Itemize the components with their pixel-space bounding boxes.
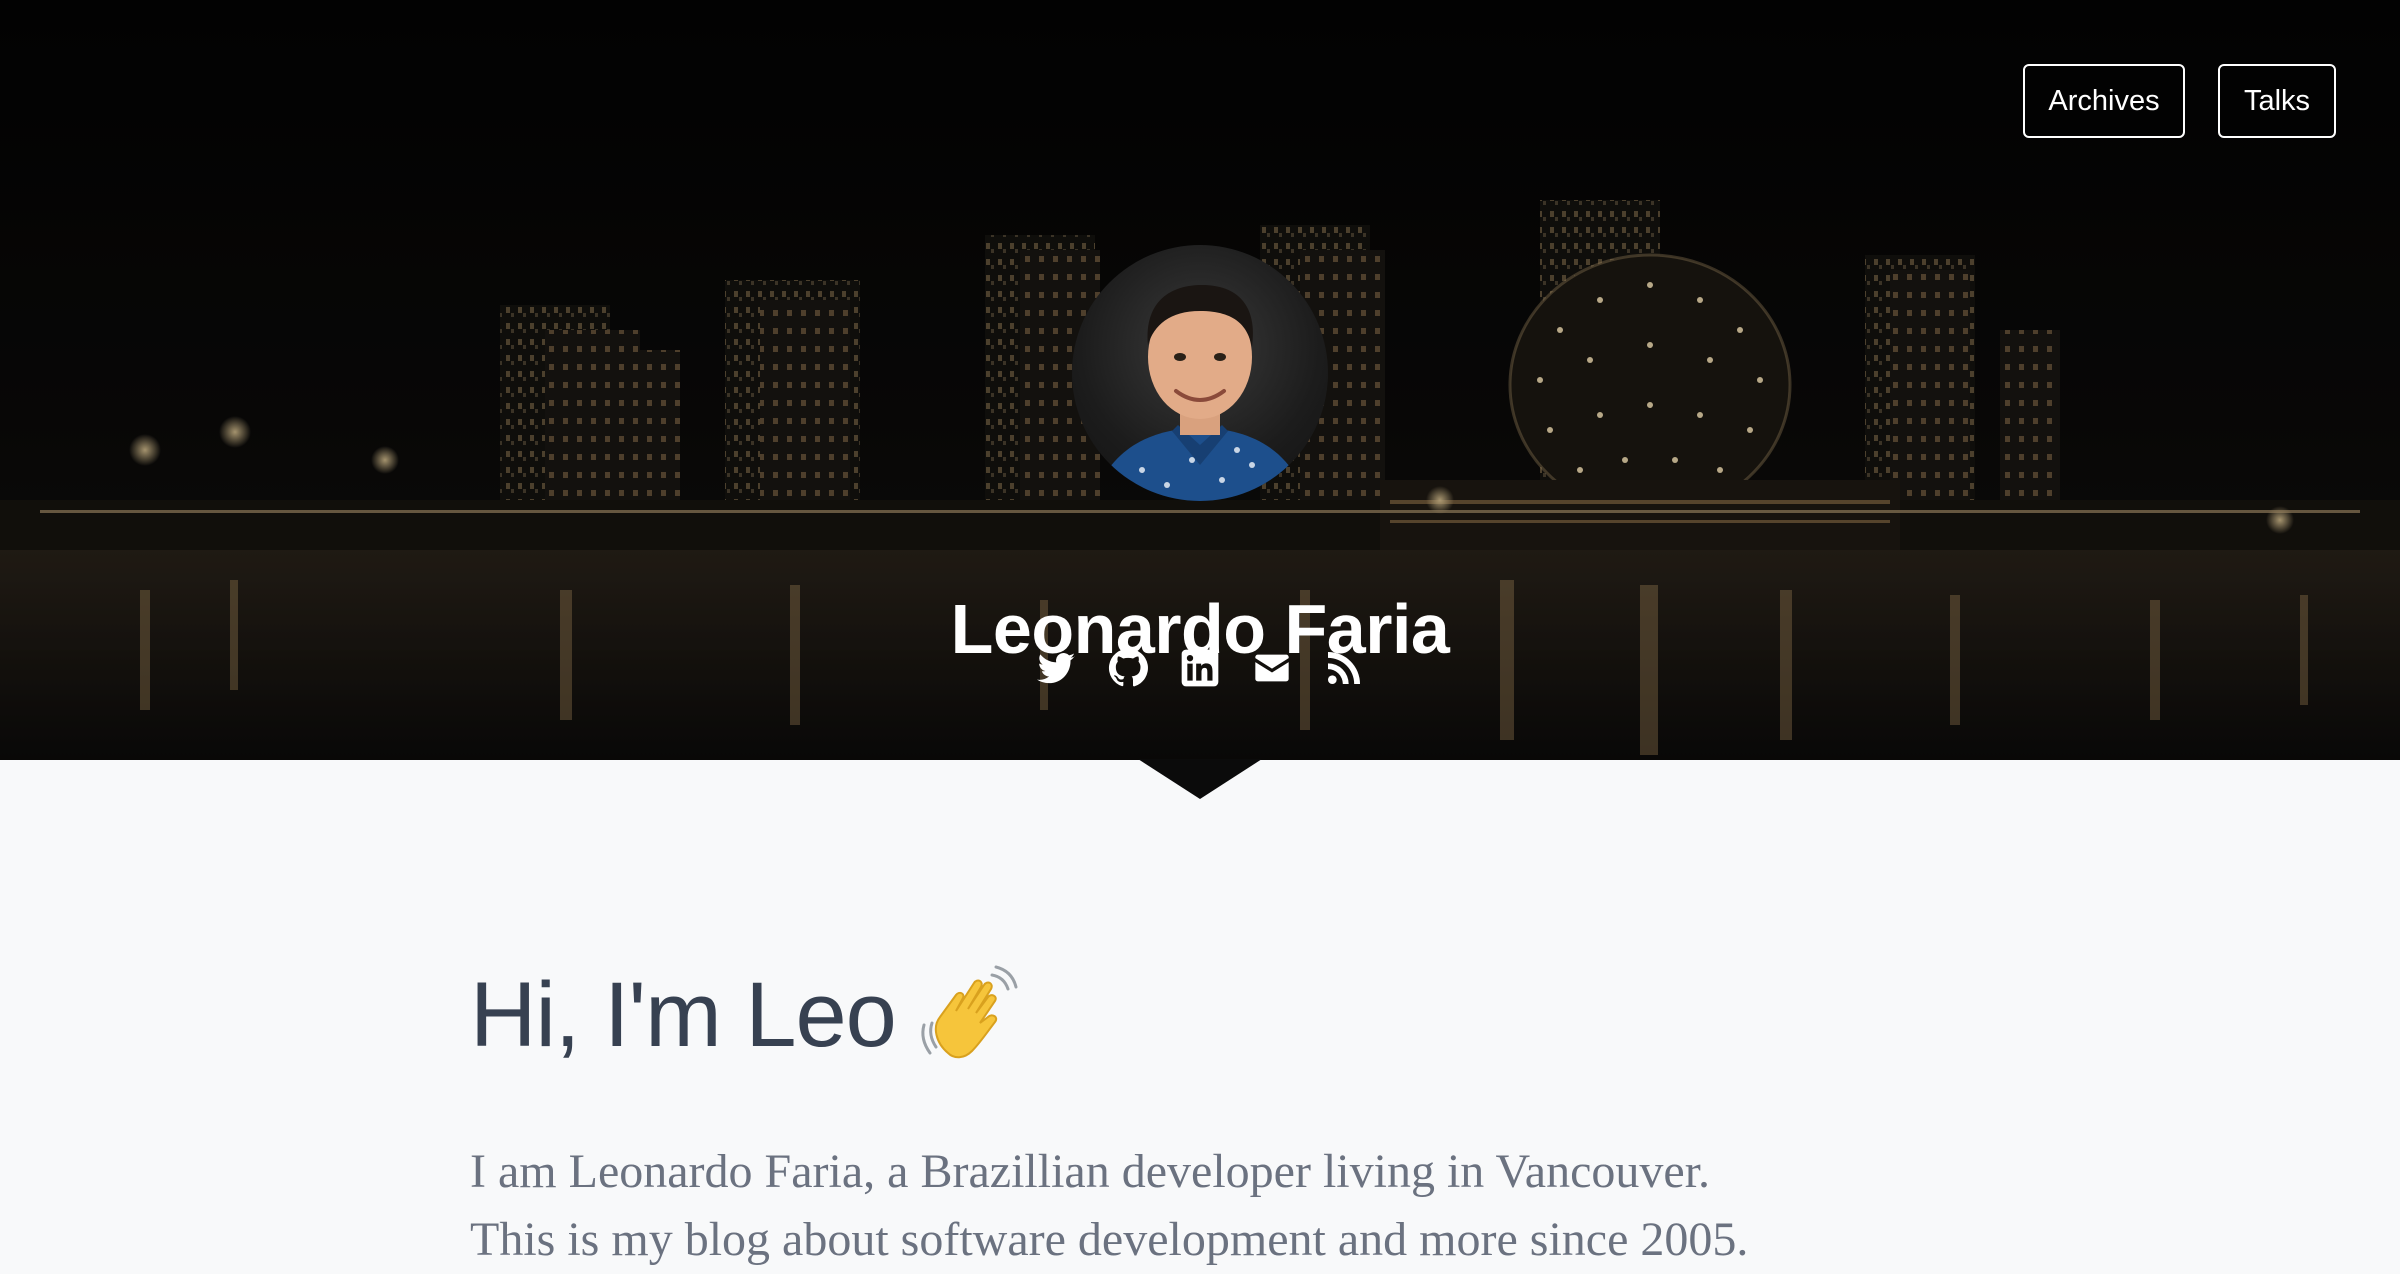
hero-down-arrow xyxy=(1138,759,1262,799)
envelope-icon[interactable] xyxy=(1252,648,1292,688)
waving-hand-icon xyxy=(921,965,1018,1059)
greeting-heading: Hi, I'm Leo xyxy=(470,960,1930,1070)
github-icon[interactable] xyxy=(1108,648,1148,688)
linkedin-icon[interactable] xyxy=(1180,648,1220,688)
archives-button[interactable]: Archives xyxy=(2023,64,2185,138)
talks-button[interactable]: Talks xyxy=(2218,64,2336,138)
main-content: Hi, I'm Leo I am Leonardo Faria, a Brazi… xyxy=(470,960,1930,1266)
top-navigation: Archives Talks xyxy=(2023,64,2336,138)
avatar-photo xyxy=(1092,285,1308,501)
social-links xyxy=(0,648,2400,688)
twitter-icon[interactable] xyxy=(1036,648,1076,688)
hero-banner: Archives Talks Leonardo Faria xyxy=(0,0,2400,760)
intro-line-2: This is my blog about software developme… xyxy=(470,1213,1749,1266)
intro-paragraph: I am Leonardo Faria, a Brazillian develo… xyxy=(470,1138,1930,1274)
greeting-text: Hi, I'm Leo xyxy=(470,964,897,1066)
avatar xyxy=(1072,245,1328,501)
intro-line-1: I am Leonardo Faria, a Brazillian develo… xyxy=(470,1145,1711,1198)
rss-icon[interactable] xyxy=(1324,648,1364,688)
